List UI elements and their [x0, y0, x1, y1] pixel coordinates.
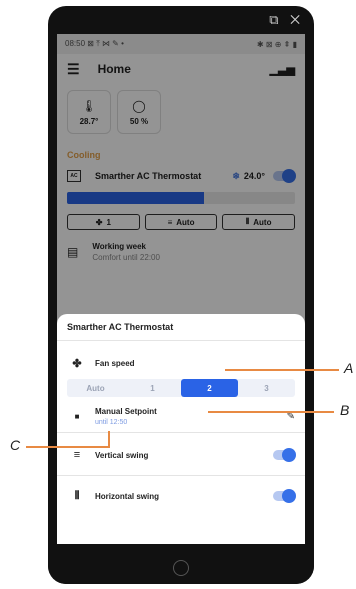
callout-a-line: [225, 369, 339, 371]
horizontal-swing-row: ⫴ Horizontal swing: [57, 484, 305, 508]
callout-b-label: B: [340, 402, 350, 418]
callout-b-line: [208, 411, 334, 413]
manual-setpoint-row[interactable]: ■ Manual Setpoint until 12:50 ✎: [57, 401, 305, 433]
fan-speed-row: ✤ Fan speed: [57, 351, 305, 375]
home-button[interactable]: [173, 560, 189, 576]
horizontal-swing-toggle[interactable]: [273, 489, 296, 503]
fan-icon: ✤: [72, 357, 82, 370]
vertical-swing-toggle[interactable]: [273, 448, 296, 462]
fan-speed-3[interactable]: 3: [238, 379, 295, 397]
fan-speed-auto[interactable]: Auto: [67, 379, 124, 397]
setpoint-subtitle: until 12:50: [95, 419, 128, 426]
window-controls[interactable]: ⧉ ✕: [269, 12, 304, 28]
horizontal-swing-label: Horizontal swing: [95, 491, 159, 501]
fan-speed-label: Fan speed: [95, 358, 135, 368]
fan-speed-1[interactable]: 1: [124, 379, 181, 397]
phone-frame: ⧉ ✕ 08:50 ⊠ ⤒ ⋈ ✎ • ✱ ⊠ ⊕ ⇞ ▮ ☰ Home ▁▃▅…: [48, 6, 314, 584]
horizontal-swing-icon: ⫴: [74, 489, 80, 502]
callout-c-connector: [108, 431, 110, 447]
sheet-title: Smarther AC Thermostat: [57, 314, 305, 341]
vertical-swing-label: Vertical swing: [95, 450, 149, 460]
stop-icon: ■: [74, 412, 80, 421]
callout-a-label: A: [344, 360, 354, 376]
callout-c-label: C: [10, 437, 21, 453]
bottom-sheet: Smarther AC Thermostat ✤ Fan speed Auto …: [57, 314, 305, 549]
callout-c-line: [26, 446, 110, 448]
app-screen: 08:50 ⊠ ⤒ ⋈ ✎ • ✱ ⊠ ⊕ ⇞ ▮ ☰ Home ▁▃▅ 🌡 2…: [57, 34, 305, 549]
fan-speed-2[interactable]: 2: [181, 379, 238, 397]
fan-speed-selector: Auto 1 2 3: [67, 379, 295, 397]
nav-bar: [48, 544, 314, 584]
vertical-swing-icon: ≡: [73, 449, 81, 461]
